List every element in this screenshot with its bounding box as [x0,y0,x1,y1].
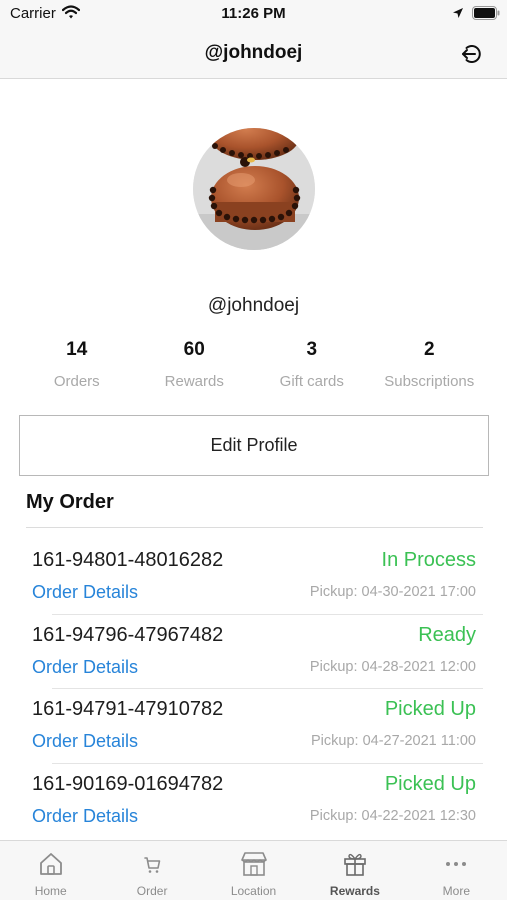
tab-more[interactable]: More [406,841,507,900]
stat-gift-cards[interactable]: 3 Gift cards [253,335,371,395]
order-status: In Process [381,549,476,571]
stat-value: 3 [306,339,318,360]
tab-order[interactable]: Order [101,841,202,900]
tab-bar: Home Order Location Rewards More [0,840,507,900]
tab-label: More [442,884,470,898]
section-divider [26,527,483,528]
order-details-link[interactable]: Order Details [32,731,138,752]
tab-label: Order [136,884,168,898]
stat-label: Orders [53,373,100,390]
tab-label: Rewards [329,884,380,898]
stat-value: 2 [423,339,435,360]
gift-icon [344,853,366,876]
tab-rewards[interactable]: Rewards [304,841,405,900]
profile-screen: Carrier 11:26 PM @johndoej @johndoej 14 … [0,0,507,900]
status-time: 11:26 PM [221,5,286,22]
stat-orders[interactable]: 14 Orders [18,335,136,395]
stat-label: Gift cards [279,373,344,390]
order-details-link[interactable]: Order Details [32,657,138,678]
cart-icon [144,857,161,873]
order-status: Ready [418,623,476,646]
order-details-link[interactable]: Order Details [32,806,138,827]
tab-label: Location [230,884,277,898]
tab-label: Home [34,884,67,898]
more-icon [446,862,467,866]
stat-rewards[interactable]: 60 Rewards [136,335,254,395]
order-status: Picked Up [384,698,476,720]
order-pickup-time: Pickup: 04-30-2021 17:00 [309,584,476,600]
stat-value: 14 [66,339,88,360]
username: @johndoej [207,295,300,316]
location-arrow-icon [453,8,463,18]
profile-stats: 14 Orders 60 Rewards 3 Gift cards 2 Subs… [18,335,488,395]
order-row[interactable]: 161-94801-48016282 In Process Order Deta… [0,540,507,615]
home-icon [39,853,62,875]
stat-value: 60 [183,339,205,360]
stat-label: Rewards [164,373,224,390]
order-details-link[interactable]: Order Details [32,582,138,603]
stat-subscriptions[interactable]: 2 Subscriptions [371,335,489,395]
store-icon [240,852,267,876]
logout-icon[interactable] [458,40,486,68]
tab-location[interactable]: Location [203,841,304,900]
battery-icon [472,6,500,20]
order-number: 161-94796-47967482 [32,623,224,646]
order-pickup-time: Pickup: 04-28-2021 12:00 [309,658,476,675]
order-number: 161-94791-47910782 [32,698,224,720]
avatar-cake-image [193,128,315,250]
stat-label: Subscriptions [384,373,475,390]
tab-home[interactable]: Home [0,841,101,900]
order-row[interactable]: 161-94791-47910782 Picked Up Order Detai… [0,689,507,764]
order-status: Picked Up [384,772,476,795]
order-row[interactable]: 161-90169-01694782 Picked Up Order Detai… [0,764,507,839]
my-order-heading: My Order [26,491,114,513]
avatar[interactable] [193,128,315,250]
order-pickup-time: Pickup: 04-22-2021 12:30 [309,807,476,824]
order-pickup-time: Pickup: 04-27-2021 11:00 [311,733,476,749]
order-list: 161-94801-48016282 In Process Order Deta… [0,540,507,838]
status-bar: Carrier 11:26 PM [0,0,507,30]
order-row[interactable]: 161-94796-47967482 Ready Order Details P… [0,615,507,689]
order-number: 161-90169-01694782 [32,772,224,795]
page-title: @johndoej [204,42,303,63]
order-number: 161-94801-48016282 [32,549,224,571]
edit-profile-button[interactable]: Edit Profile [19,415,489,476]
navigation-bar: @johndoej [0,30,507,79]
